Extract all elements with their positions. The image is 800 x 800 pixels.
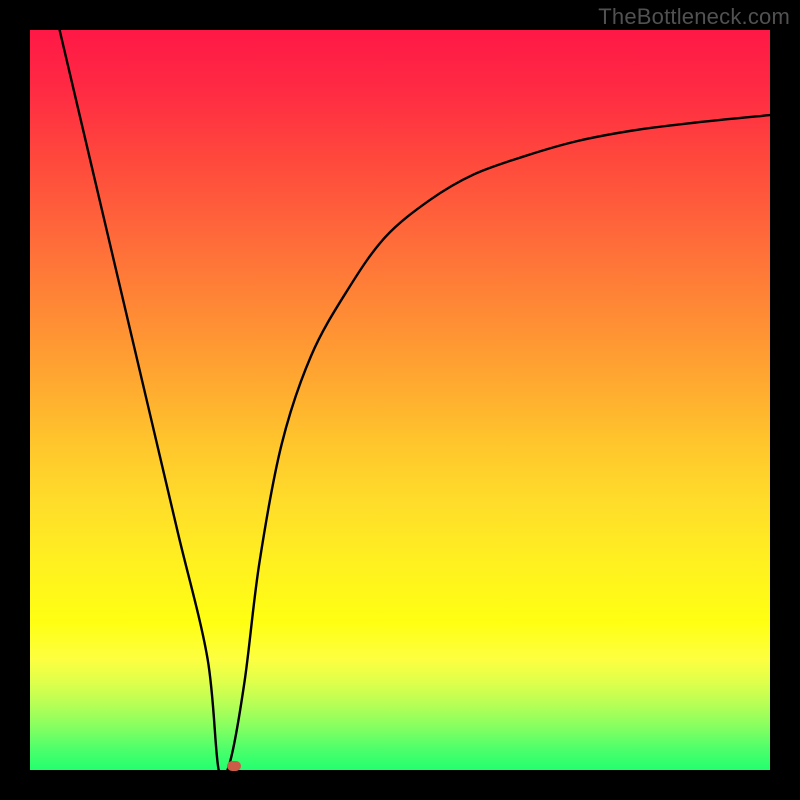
chart-frame: TheBottleneck.com [0,0,800,800]
curve-svg [30,30,770,770]
watermark-text: TheBottleneck.com [598,4,790,30]
bottleneck-curve [60,30,770,770]
marker-dot [227,761,241,771]
plot-area [30,30,770,770]
